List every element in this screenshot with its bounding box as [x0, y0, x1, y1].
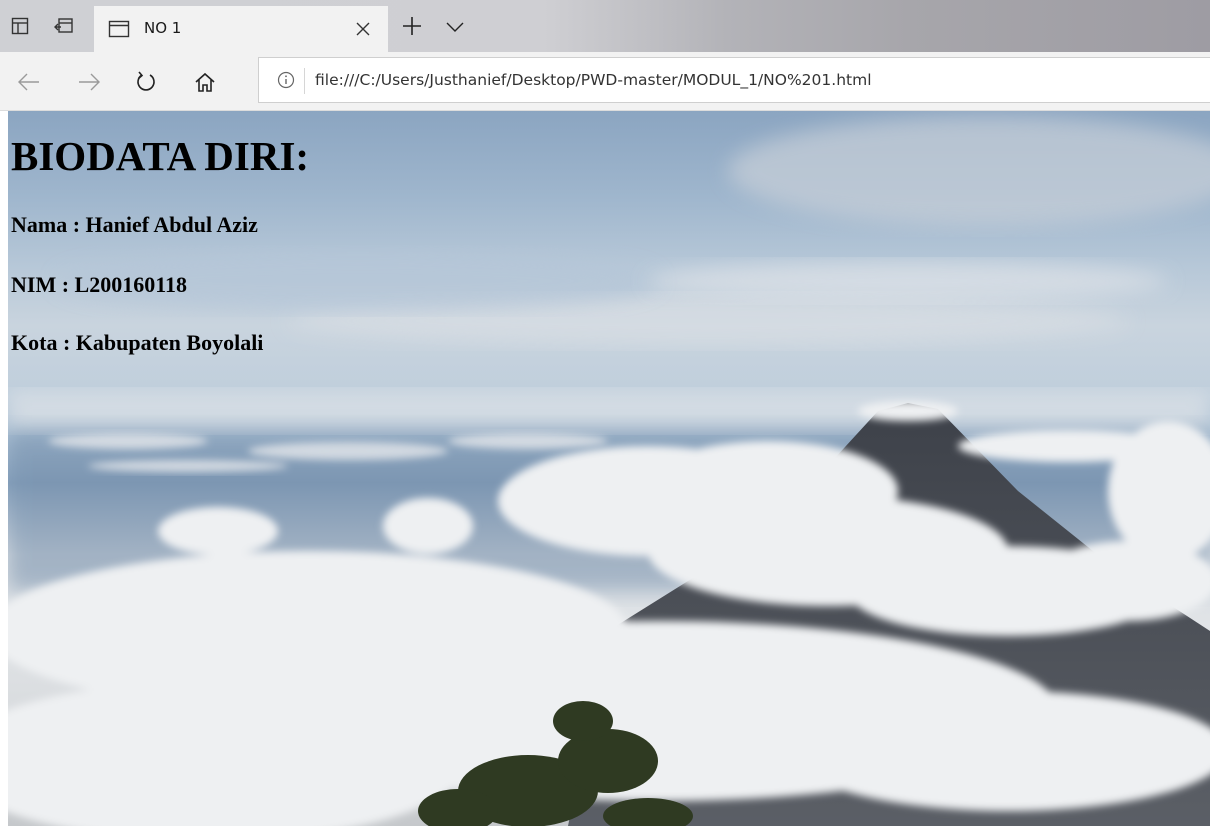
forward-icon[interactable] [76, 69, 102, 95]
url-text[interactable]: file:///C:/Users/Justhanief/Desktop/PWD-… [315, 71, 872, 89]
tab-no1[interactable]: NO 1 [94, 6, 388, 52]
info-icon[interactable] [277, 71, 295, 89]
navigation-bar: file:///C:/Users/Justhanief/Desktop/PWD-… [0, 52, 1210, 111]
restore-tabs-icon[interactable] [52, 14, 76, 38]
address-divider [304, 68, 305, 94]
close-icon[interactable] [352, 18, 374, 40]
page-icon [108, 19, 130, 43]
back-icon[interactable] [16, 69, 42, 95]
tab-title: NO 1 [144, 19, 182, 37]
page-heading: BIODATA DIRI: [11, 133, 310, 179]
set-aside-tabs-icon[interactable] [8, 14, 32, 38]
new-tab-icon[interactable] [401, 15, 423, 37]
field-nama: Nama : Hanief Abdul Aziz [11, 212, 258, 237]
field-kota: Kota : Kabupaten Boyolali [11, 330, 264, 355]
refresh-icon[interactable] [133, 69, 159, 95]
page-viewport: BIODATA DIRI: Nama : Hanief Abdul Aziz N… [8, 111, 1210, 826]
address-bar[interactable]: file:///C:/Users/Justhanief/Desktop/PWD-… [258, 57, 1210, 103]
field-nim: NIM : L200160118 [11, 272, 187, 297]
chevron-down-icon[interactable] [444, 17, 466, 37]
home-icon[interactable] [192, 69, 218, 95]
tab-strip: NO 1 [0, 0, 1210, 52]
